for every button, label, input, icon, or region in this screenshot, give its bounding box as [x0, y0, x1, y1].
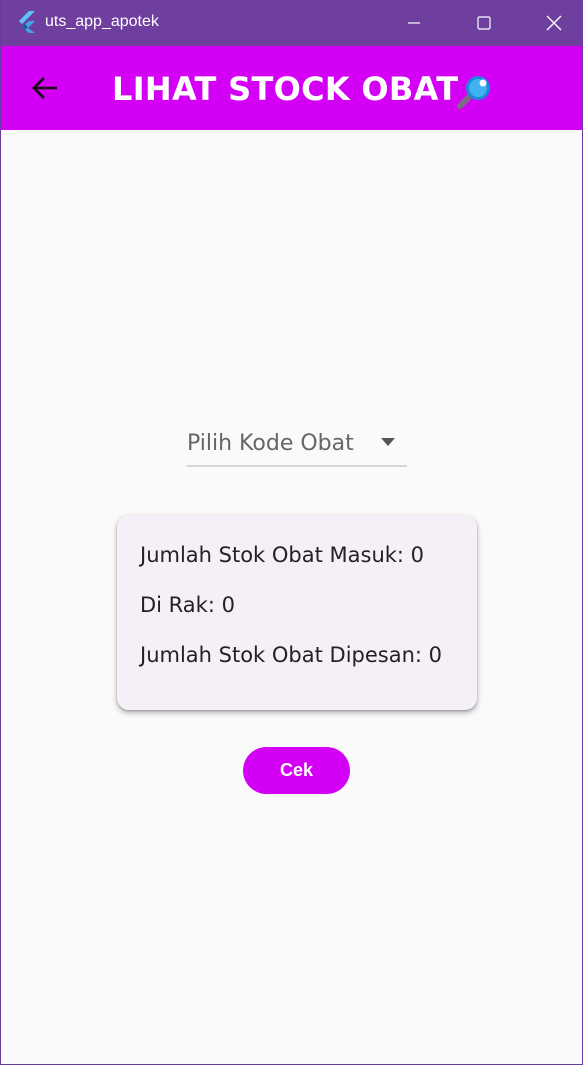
close-icon: [546, 15, 562, 31]
window-title: uts_app_apotek: [45, 13, 159, 30]
window-titlebar[interactable]: uts_app_apotek: [1, 0, 582, 46]
caret-down-icon: [381, 438, 395, 446]
kode-obat-dropdown[interactable]: Pilih Kode Obat: [187, 425, 407, 467]
magnifying-glass-icon: [457, 76, 490, 109]
minimize-button[interactable]: [379, 0, 449, 46]
maximize-icon: [477, 16, 491, 30]
stok-dipesan-text: Jumlah Stok Obat Dipesan: 0: [140, 643, 443, 667]
close-button[interactable]: [519, 0, 583, 46]
stok-masuk-text: Jumlah Stok Obat Masuk: 0: [140, 543, 425, 567]
back-button[interactable]: [21, 66, 69, 110]
dropdown-placeholder: Pilih Kode Obat: [187, 431, 354, 456]
maximize-button[interactable]: [449, 0, 519, 46]
di-rak-text: Di Rak: 0: [140, 593, 235, 617]
page-title: LIHAT STOCK OBAT: [112, 70, 459, 108]
cek-button[interactable]: Cek: [243, 747, 350, 794]
arrow-left-icon: [32, 77, 57, 99]
app-bar: LIHAT STOCK OBAT: [1, 46, 582, 130]
stock-info-card: Jumlah Stok Obat Masuk: 0 Di Rak: 0 Juml…: [117, 515, 477, 710]
flutter-logo-icon: [19, 11, 35, 33]
app-window: uts_app_apotek LIHAT STOCK OBAT Pilih Ko…: [0, 0, 583, 1065]
minimize-icon: [408, 22, 420, 24]
